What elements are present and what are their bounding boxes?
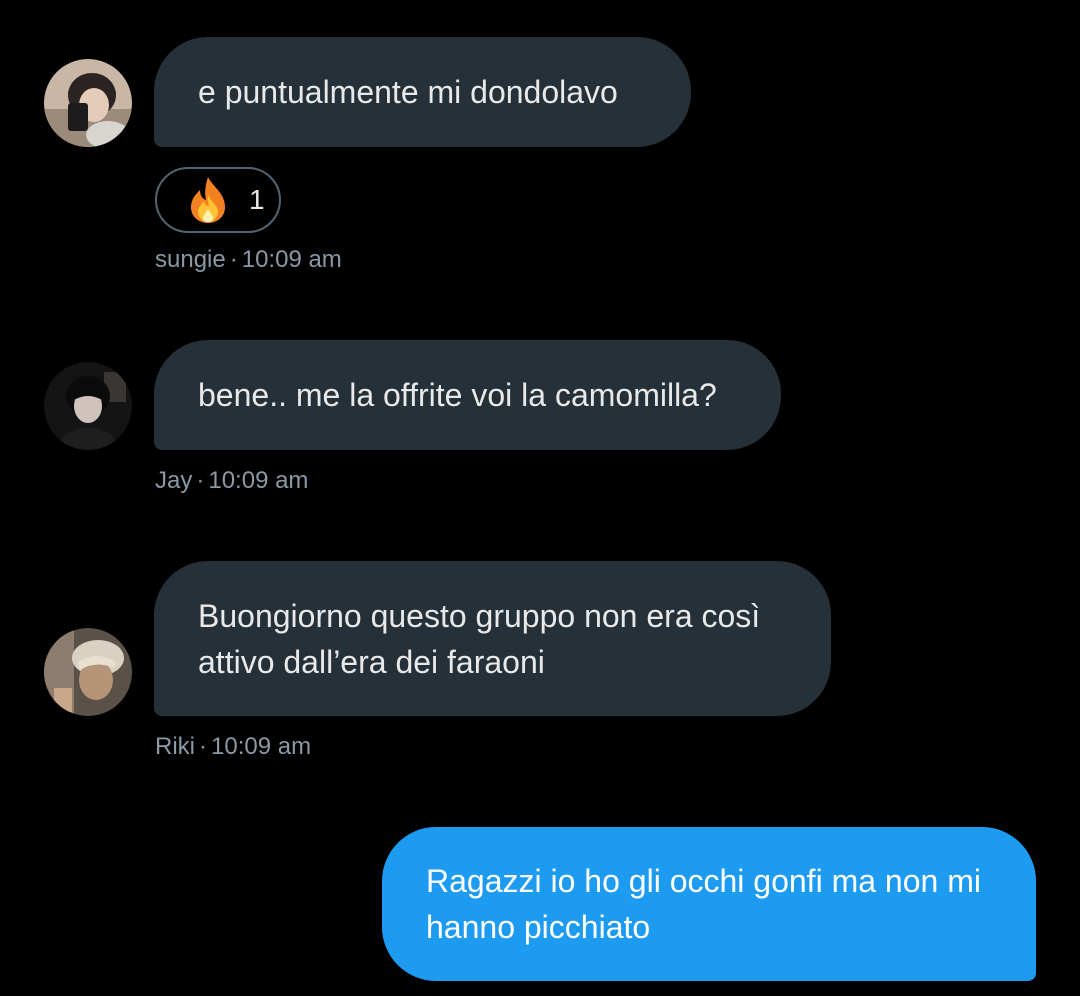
message-bubble-riki[interactable]: Buongiorno questo gruppo non era così at… xyxy=(154,561,831,716)
message-bubble-sungie[interactable]: e puntualmente mi dondolavo xyxy=(154,37,691,147)
message-meta-riki: Riki · 10:09 am xyxy=(155,733,312,760)
timestamp: 10:09 am xyxy=(241,246,342,273)
message-text: e puntualmente mi dondolavo xyxy=(198,74,618,110)
message-text: bene.. me la offrite voi la camomilla? xyxy=(198,377,717,413)
reaction-count: 1 xyxy=(249,184,265,215)
message-text-line-1: Buongiorno questo gruppo non era così xyxy=(198,597,761,634)
avatar-riki[interactable] xyxy=(44,628,132,716)
message-bubble-jay[interactable]: bene.. me la offrite voi la camomilla? xyxy=(154,340,781,450)
timestamp: 10:09 am xyxy=(211,733,312,760)
fire-icon xyxy=(191,177,225,223)
avatar-sungie[interactable] xyxy=(44,59,132,147)
message-meta-jay: Jay · 10:09 am xyxy=(155,467,309,494)
message-bubble-outgoing[interactable]: Ragazzi io ho gli occhi gonfi ma non mi … xyxy=(382,827,1036,981)
message-text-line-2: hanno picchiato xyxy=(426,909,651,945)
sender-name: sungie xyxy=(155,246,226,273)
reaction-pill[interactable]: 1 xyxy=(155,167,281,233)
timestamp: 10:09 am xyxy=(208,467,309,494)
avatar-jay[interactable] xyxy=(44,362,132,450)
sender-name: Jay xyxy=(155,467,193,494)
message-text-line-1: Ragazzi io ho gli occhi gonfi ma non mi xyxy=(426,863,981,899)
message-meta-sungie: sungie · 10:09 am xyxy=(155,246,342,273)
message-text-line-2: attivo dall’era dei faraoni xyxy=(198,643,545,680)
sender-name: Riki xyxy=(155,733,195,760)
